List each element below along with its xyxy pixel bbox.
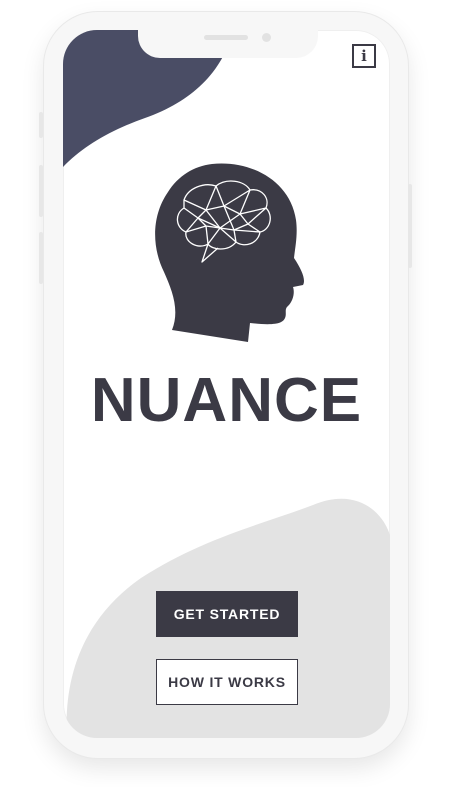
phone-volume-down	[39, 232, 43, 284]
head-brain-icon	[155, 163, 304, 342]
phone-power-button	[408, 184, 412, 268]
phone-silent-switch	[39, 112, 43, 138]
get-started-button[interactable]: GET STARTED	[156, 591, 298, 637]
phone-volume-up	[39, 165, 43, 217]
front-camera	[262, 33, 271, 42]
how-it-works-button[interactable]: HOW IT WORKS	[156, 659, 298, 705]
info-button[interactable]: i	[352, 44, 376, 68]
phone-notch	[138, 24, 318, 58]
info-icon: i	[361, 47, 367, 65]
app-title: NUANCE	[90, 366, 363, 435]
speaker-grille	[204, 35, 248, 40]
